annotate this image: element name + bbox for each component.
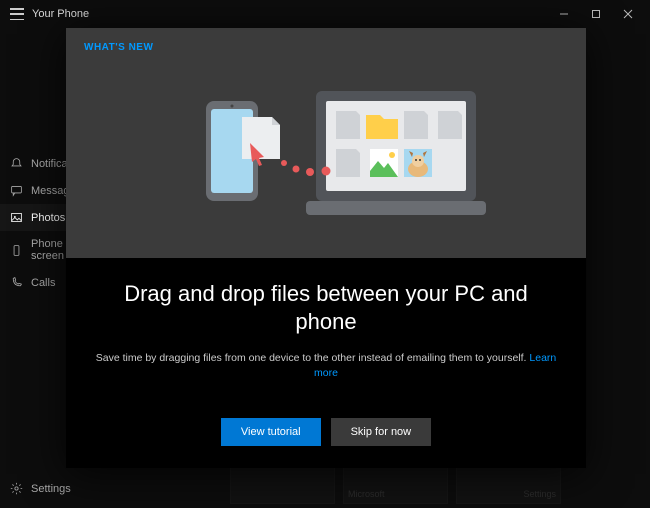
photo-icon — [10, 211, 23, 224]
phone-mirror-icon — [10, 244, 23, 257]
phone-icon — [10, 276, 23, 289]
dialog-text-area: Drag and drop files between your PC and … — [66, 258, 586, 394]
menu-icon[interactable] — [10, 8, 24, 20]
close-button[interactable] — [612, 0, 644, 28]
view-tutorial-button[interactable]: View tutorial — [221, 418, 321, 446]
whats-new-label: WHAT'S NEW — [84, 42, 568, 53]
maximize-button[interactable] — [580, 0, 612, 28]
sidebar-item-label: Photos — [31, 212, 65, 224]
app-title: Your Phone — [32, 8, 89, 20]
settings-label: Settings — [31, 483, 71, 495]
illustration-area: WHAT'S NEW — [66, 28, 586, 258]
dialog-headline: Drag and drop files between your PC and … — [94, 280, 558, 335]
sidebar-item-settings[interactable]: Settings — [0, 475, 81, 502]
whats-new-dialog: WHAT'S NEW — [66, 28, 586, 468]
window-controls — [548, 0, 644, 28]
minimize-button[interactable] — [548, 0, 580, 28]
gear-icon — [10, 482, 23, 495]
titlebar: Your Phone — [0, 0, 650, 28]
sidebar-item-label: Calls — [31, 277, 55, 289]
dialog-subtext: Save time by dragging files from one dev… — [94, 351, 558, 380]
chat-icon — [10, 184, 23, 197]
dialog-buttons: View tutorial Skip for now — [66, 394, 586, 468]
bell-icon — [10, 157, 23, 170]
skip-button[interactable]: Skip for now — [331, 418, 432, 446]
drag-drop-illustration — [84, 53, 568, 258]
